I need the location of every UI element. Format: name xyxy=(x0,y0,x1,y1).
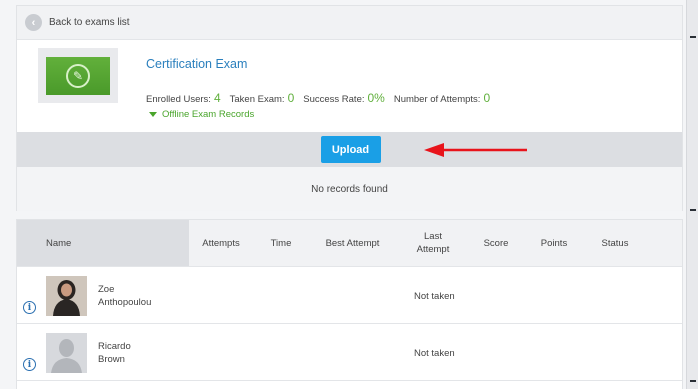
offline-exam-records-label: Offline Exam Records xyxy=(162,109,255,120)
upload-button[interactable]: Upload xyxy=(320,136,381,163)
column-header-name[interactable]: Name xyxy=(17,220,189,266)
column-header-spacer xyxy=(644,220,682,266)
no-records-message: No records found xyxy=(17,167,682,211)
info-icon[interactable]: i xyxy=(23,358,36,371)
back-to-exams-link[interactable]: ‹ Back to exams list xyxy=(17,6,682,40)
back-label: Back to exams list xyxy=(49,17,130,28)
last-attempt-cell: Not taken xyxy=(414,348,455,359)
user-name[interactable]: Zoe Anthopoulou xyxy=(98,283,151,309)
exam-stats: Enrolled Users: 4 Taken Exam: 0 Success … xyxy=(146,91,499,105)
rail-marker xyxy=(690,209,696,211)
last-attempt-cell: Not taken xyxy=(414,291,455,302)
chevron-left-icon: ‹ xyxy=(25,14,42,31)
exam-info: ✎ Certification Exam Enrolled Users: 4 T… xyxy=(17,40,682,132)
user-name[interactable]: Ricardo Brown xyxy=(98,340,131,366)
offline-exam-records-toggle[interactable]: Offline Exam Records xyxy=(149,109,254,120)
upload-bar: Upload xyxy=(17,132,682,167)
column-header-score[interactable]: Score xyxy=(470,220,522,266)
table-row: i Ricardo Brown Not taken xyxy=(17,324,682,381)
table-row: i Zoe Anthopoulou Not taken xyxy=(17,267,682,324)
exam-thumbnail: ✎ xyxy=(38,48,118,103)
column-header-attempts[interactable]: Attempts xyxy=(189,220,253,266)
stat-enrolled-users: Enrolled Users: 4 xyxy=(146,91,221,105)
table-header: Name Attempts Time Best Attempt Last Att… xyxy=(17,220,682,267)
rail-marker xyxy=(690,36,696,38)
results-table: Name Attempts Time Best Attempt Last Att… xyxy=(16,219,683,389)
info-icon[interactable]: i xyxy=(23,301,36,314)
rail-marker xyxy=(690,380,696,382)
exam-title[interactable]: Certification Exam xyxy=(146,57,247,71)
column-header-last-attempt[interactable]: Last Attempt xyxy=(396,220,470,266)
exam-summary-card: ‹ Back to exams list ✎ Certification Exa… xyxy=(16,5,683,211)
red-arrow-annotation-icon xyxy=(424,143,527,157)
avatar xyxy=(46,333,87,373)
stat-success-rate: Success Rate: 0% xyxy=(303,91,385,105)
scrollbar-rail[interactable] xyxy=(686,0,698,389)
column-header-points[interactable]: Points xyxy=(522,220,586,266)
stat-taken-exam: Taken Exam: 0 xyxy=(229,91,295,105)
stat-number-of-attempts: Number of Attempts: 0 xyxy=(393,91,491,105)
column-header-time[interactable]: Time xyxy=(253,220,309,266)
caret-down-icon xyxy=(149,112,157,117)
certificate-icon: ✎ xyxy=(66,63,90,88)
avatar xyxy=(46,276,87,316)
column-header-best-attempt[interactable]: Best Attempt xyxy=(309,220,396,266)
column-header-status[interactable]: Status xyxy=(586,220,644,266)
